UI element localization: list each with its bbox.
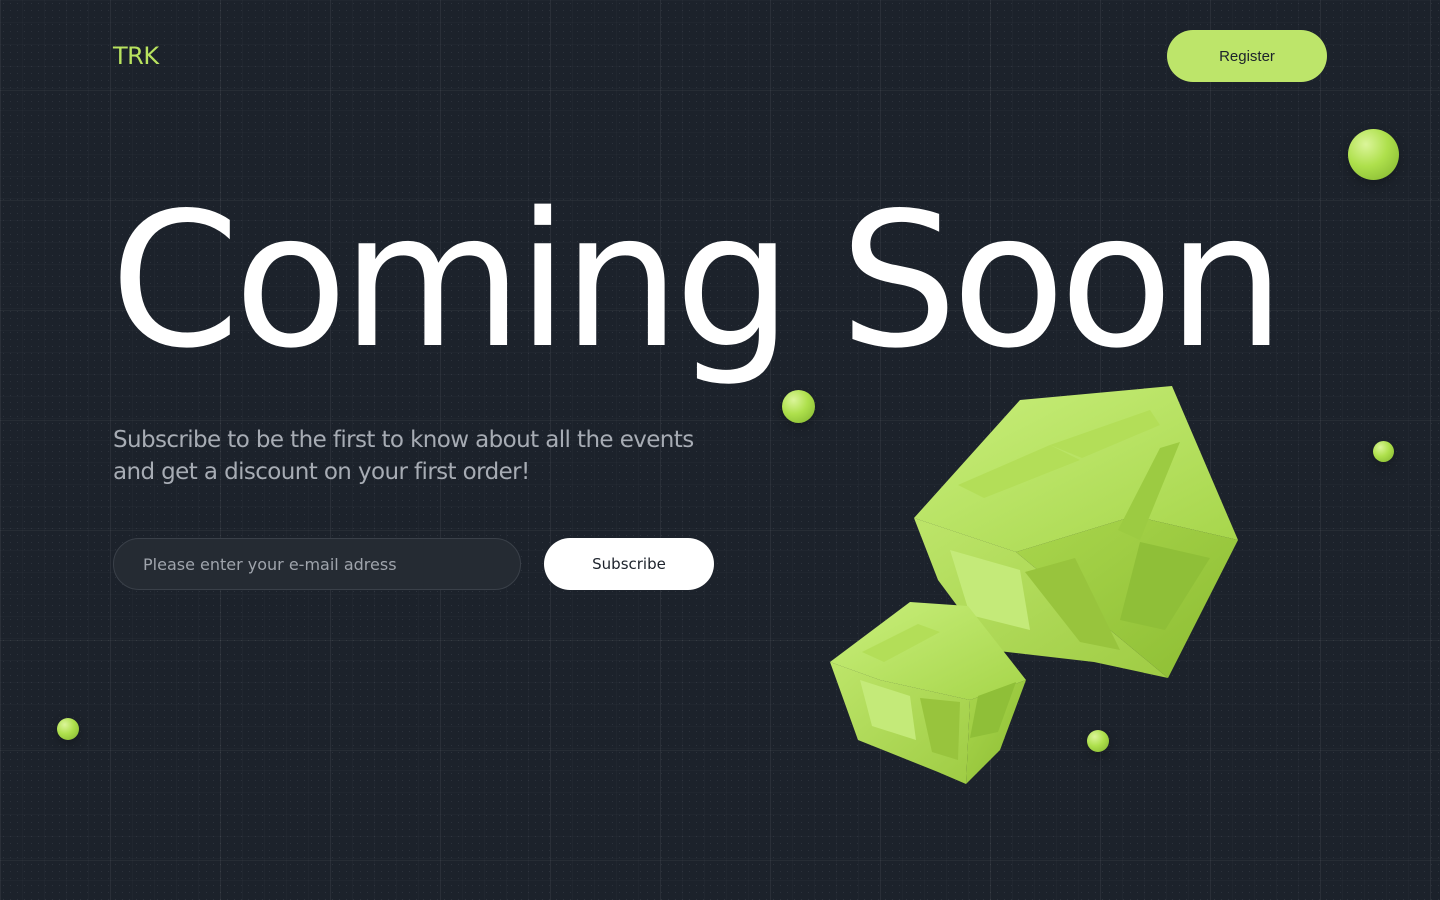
sphere-icon — [782, 390, 815, 423]
hero-subtitle: Subscribe to be the first to know about … — [113, 427, 694, 485]
register-button[interactable]: Register — [1167, 30, 1327, 82]
sphere-icon — [1373, 441, 1394, 462]
logo[interactable]: TRK — [113, 42, 159, 70]
cube-illustration — [830, 386, 1238, 784]
page-title: Coming Soon — [110, 172, 1285, 389]
sphere-icon — [1348, 129, 1399, 180]
sphere-icon — [57, 718, 79, 740]
subscribe-button[interactable]: Subscribe — [544, 538, 714, 590]
email-field[interactable] — [113, 538, 521, 590]
